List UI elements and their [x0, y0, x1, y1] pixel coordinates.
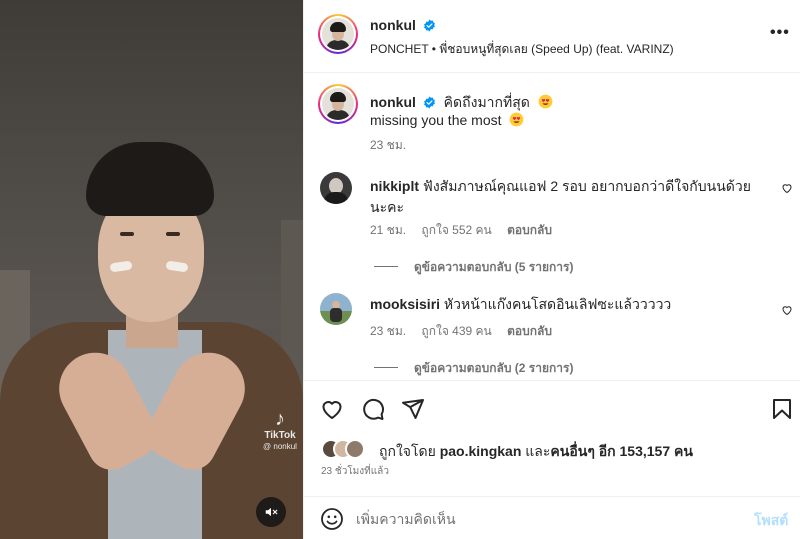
- person-eye-left: [120, 232, 134, 236]
- tiktok-logo-icon: ♪: [275, 408, 285, 430]
- speaker-muted-icon: [265, 507, 278, 517]
- emoji-picker-icon[interactable]: [320, 507, 344, 531]
- comment-meta: 23 ชม. ถูกใจ 439 คน ตอบกลับ: [370, 322, 564, 341]
- likes-text: ถูกใจโดย pao.kingkan และคนอื่นๆ อีก 153,…: [379, 441, 693, 463]
- liker-avatar[interactable]: [345, 439, 365, 459]
- likes-prefix: ถูกใจโดย: [379, 443, 436, 459]
- comment-reply-button[interactable]: ตอบกลับ: [507, 223, 552, 237]
- comment-time[interactable]: 21 ชม.: [370, 223, 406, 237]
- person-eye-right: [166, 232, 180, 236]
- caption-text-thai: คิดถึงมากที่สุด: [443, 94, 530, 110]
- author-username[interactable]: nonkul: [370, 17, 416, 33]
- heart-eyes-emoji-icon: [538, 94, 553, 109]
- view-replies-button[interactable]: ดูข้อความตอบกลับ (5 รายการ): [374, 258, 573, 277]
- verified-badge-icon: [423, 96, 435, 109]
- likes-and: และ: [525, 443, 551, 459]
- replies-divider-line: [374, 367, 398, 368]
- comment-like-heart-icon[interactable]: [781, 304, 793, 316]
- audio-track-link[interactable]: PONCHET • พี่ชอบหนูที่สุดเลย (Speed Up) …: [370, 40, 674, 59]
- comment-text: ฟังสัมภาษณ์คุณแอฟ 2 รอบ อยากบอกว่าดีใจกั…: [370, 178, 751, 215]
- post-actions-section: ถูกใจโดย pao.kingkan และคนอื่นๆ อีก 153,…: [304, 380, 800, 539]
- caption-text-english: missing you the most: [370, 112, 502, 128]
- post-header: nonkul PONCHET • พี่ชอบหนูที่สุดเลย (Spe…: [304, 0, 800, 73]
- comment-text-block: mooksisiri หัวหน้าแก๊งคนโสดอินเลิฟซะแล้ว…: [370, 294, 765, 315]
- post-timestamp[interactable]: 23 ชั่วโมงที่แล้ว: [321, 464, 389, 479]
- view-replies-button[interactable]: ดูข้อความตอบกลับ (2 รายการ): [374, 359, 573, 378]
- post-video[interactable]: ♪ TikTok @ nonkul: [0, 0, 303, 539]
- post-details-panel: nonkul PONCHET • พี่ชอบหนูที่สุดเลย (Spe…: [303, 0, 800, 539]
- comment-like-count[interactable]: ถูกใจ 439 คน: [421, 324, 491, 338]
- comment-username[interactable]: nikkiplt: [370, 178, 419, 194]
- more-options-icon[interactable]: •••: [770, 24, 790, 42]
- heart-eyes-emoji-icon: [510, 112, 524, 127]
- caption-line: nonkul คิดถึงมากที่สุด: [370, 92, 553, 114]
- tiktok-brand-label: TikTok: [264, 430, 296, 441]
- comment-text-block: nikkiplt ฟังสัมภาษณ์คุณแอฟ 2 รอบ อยากบอก…: [370, 176, 765, 218]
- comment-meta: 21 ชม. ถูกใจ 552 คน ตอบกลับ: [370, 221, 564, 240]
- tiktok-handle: @ nonkul: [263, 442, 297, 451]
- view-replies-label: ดูข้อความตอบกลับ (5 รายการ): [414, 260, 574, 274]
- mute-button[interactable]: [256, 497, 286, 527]
- comment-input[interactable]: [356, 509, 736, 529]
- add-comment-bar: โพสต์: [304, 496, 800, 539]
- author-username-row: nonkul: [370, 17, 436, 33]
- comment-avatar[interactable]: [320, 172, 352, 204]
- view-replies-label: ดูข้อความตอบกลับ (2 รายการ): [414, 361, 574, 375]
- verified-badge-icon: [423, 19, 435, 32]
- tiktok-watermark: ♪ TikTok @ nonkul: [259, 408, 301, 451]
- likes-first-user[interactable]: pao.kingkan: [440, 443, 522, 459]
- author-avatar[interactable]: [318, 14, 358, 54]
- post-comment-button[interactable]: โพสต์: [754, 510, 788, 532]
- comment-time[interactable]: 23 ชม.: [370, 324, 406, 338]
- save-bookmark-icon[interactable]: [770, 397, 794, 421]
- caption-author-avatar[interactable]: [318, 84, 358, 124]
- caption-timestamp[interactable]: 23 ชม.: [370, 136, 406, 155]
- like-heart-icon[interactable]: [320, 397, 344, 421]
- caption-text-english-row: missing you the most: [370, 112, 524, 128]
- caption-username[interactable]: nonkul: [370, 94, 416, 110]
- comment-reply-button[interactable]: ตอบกลับ: [507, 324, 552, 338]
- replies-divider-line: [374, 266, 398, 267]
- comment-bubble-icon[interactable]: [361, 397, 385, 421]
- comment-text: หัวหน้าแก๊งคนโสดอินเลิฟซะแล้ววววว: [443, 296, 672, 312]
- comment-avatar[interactable]: [320, 293, 352, 325]
- comment-like-heart-icon[interactable]: [781, 182, 793, 194]
- likes-others-count[interactable]: คนอื่นๆ อีก 153,157 คน: [550, 443, 693, 459]
- comment-username[interactable]: mooksisiri: [370, 296, 440, 312]
- comment-like-count[interactable]: ถูกใจ 552 คน: [421, 223, 491, 237]
- person-hair: [86, 142, 214, 216]
- share-paper-plane-icon[interactable]: [401, 397, 425, 421]
